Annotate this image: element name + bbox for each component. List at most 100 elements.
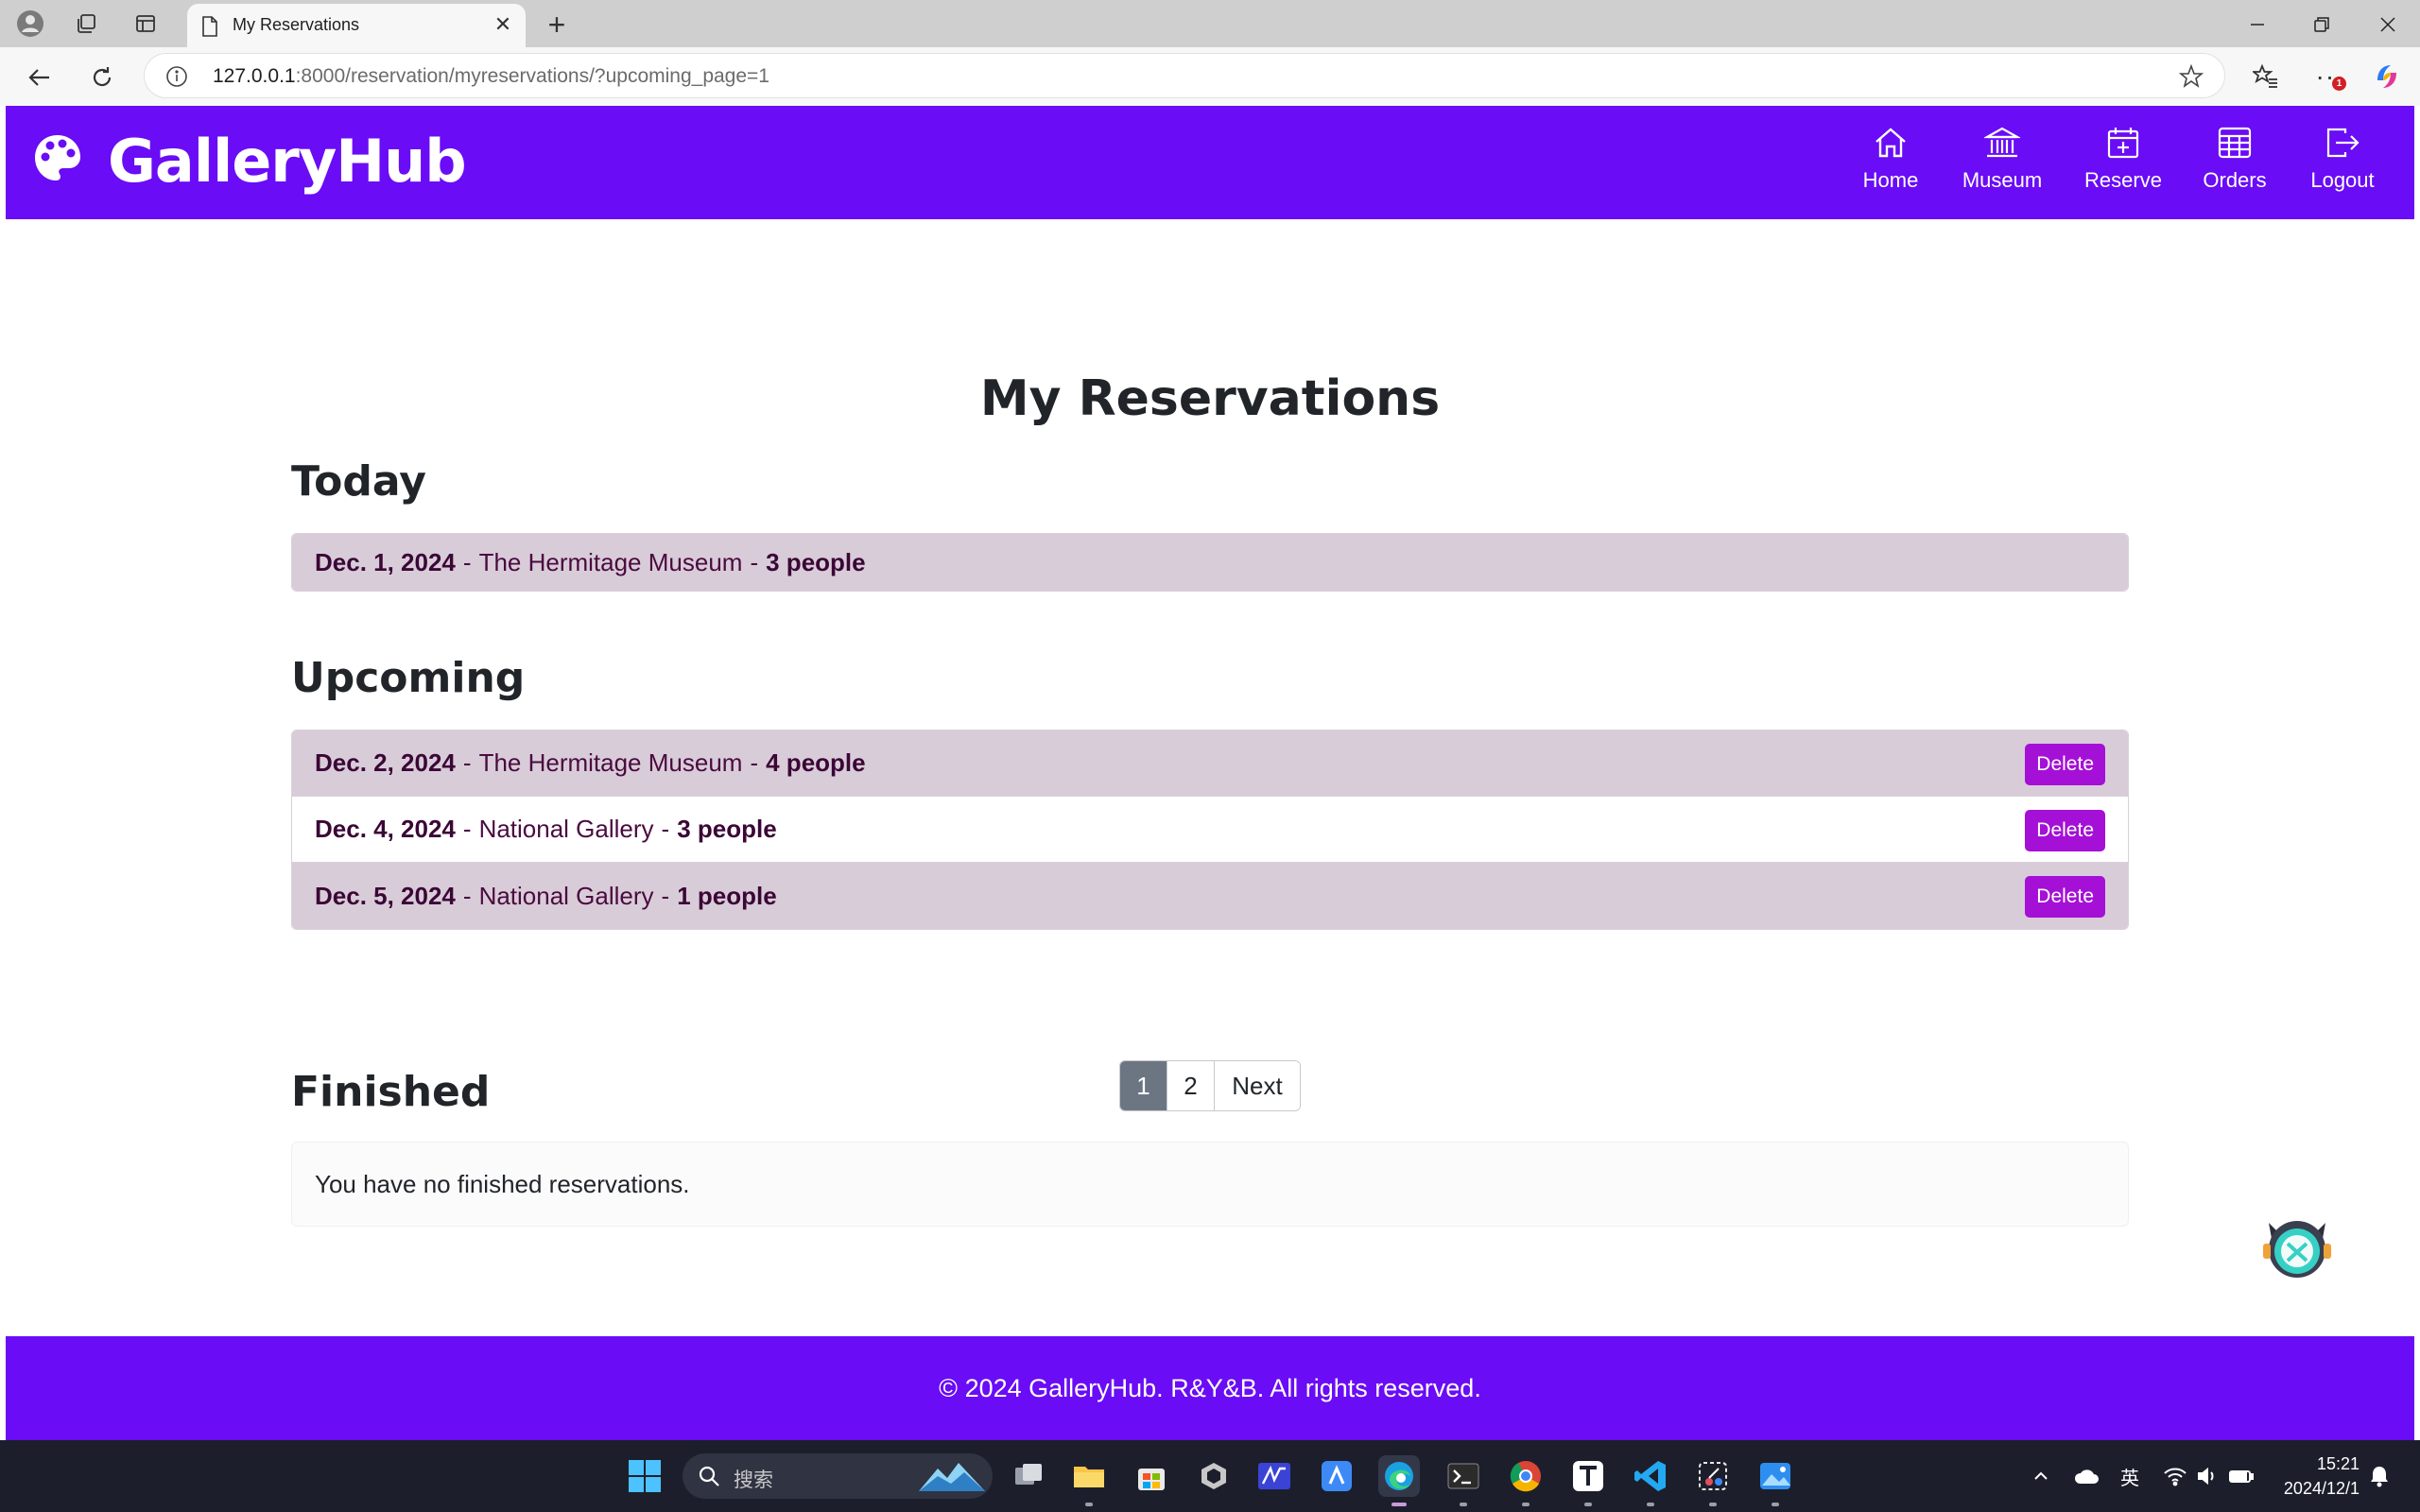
page-1-button[interactable]: 1 [1120, 1061, 1167, 1110]
delete-button[interactable]: Delete [2025, 810, 2105, 851]
favorite-star-icon[interactable] [2179, 64, 2204, 89]
browser-tab-active[interactable]: My Reservations ✕ [187, 4, 526, 47]
typora-icon[interactable] [1567, 1455, 1609, 1506]
tab-close-icon[interactable]: ✕ [492, 12, 514, 36]
running-indicator [1584, 1503, 1592, 1506]
edge-browser-icon[interactable] [1378, 1455, 1420, 1506]
site-footer: © 2024 GalleryHub. R&Y&B. All rights res… [6, 1336, 2414, 1440]
running-indicator [1085, 1503, 1093, 1506]
new-tab-icon[interactable]: + [541, 8, 573, 42]
page-2-button[interactable]: 2 [1167, 1061, 1215, 1110]
notification-bell-icon[interactable] [2365, 1459, 2394, 1493]
os-taskbar: 搜索 英 15:21 2024/12/1 [0, 1440, 2420, 1512]
nav-reserve[interactable]: Reserve [2074, 125, 2172, 208]
vscode-icon[interactable] [1630, 1455, 1671, 1506]
museum-icon [1984, 127, 2020, 158]
logout-icon [2326, 128, 2360, 158]
nav-home-label: Home [1862, 168, 1919, 192]
clock-time: 15:21 [2316, 1454, 2360, 1473]
window-close-icon[interactable] [2360, 6, 2416, 43]
chrome-icon[interactable] [1505, 1455, 1547, 1506]
delete-button[interactable]: Delete [2025, 744, 2105, 785]
url-text[interactable]: 127.0.0.1:8000/reservation/myreservation… [213, 65, 769, 88]
volume-icon[interactable] [2193, 1459, 2221, 1493]
separator: - [661, 815, 670, 843]
onedrive-cloud-icon[interactable] [2072, 1459, 2100, 1493]
notification-badge: 1 [2332, 77, 2346, 91]
browser-tab-bar: My Reservations ✕ + [0, 0, 2420, 47]
today-list: Dec. 1, 2024 - The Hermitage Museum - 3 … [291, 533, 2129, 592]
table-grid-icon [2218, 127, 2252, 159]
math-app-icon[interactable] [1253, 1455, 1295, 1497]
wifi-icon[interactable] [2161, 1459, 2189, 1493]
separator: - [462, 881, 472, 910]
reservation-museum: National Gallery [478, 881, 654, 910]
back-icon[interactable] [23, 60, 57, 94]
nav-museum-label: Museum [1962, 168, 2043, 192]
reservation-people: 3 people [677, 815, 777, 843]
windows-start-icon[interactable] [624, 1455, 666, 1497]
search-placeholder: 搜索 [734, 1469, 773, 1491]
site-info-icon[interactable] [165, 65, 188, 88]
file-explorer-icon[interactable] [1068, 1455, 1110, 1506]
section-upcoming-heading: Upcoming [291, 654, 526, 702]
system-clock[interactable]: 15:21 2024/12/1 [2284, 1452, 2360, 1501]
footer-copyright: © 2024 GalleryHub. R&Y&B. All rights res… [939, 1373, 1481, 1402]
battery-icon[interactable] [2227, 1459, 2256, 1493]
terminal-icon[interactable] [1443, 1455, 1484, 1506]
separator: - [750, 547, 759, 576]
snipping-tool-icon[interactable] [1692, 1455, 1734, 1506]
pagination: 1 2 Next [1119, 1060, 1301, 1111]
delete-button[interactable]: Delete [2025, 876, 2105, 918]
list-item: Dec. 2, 2024 - The Hermitage Museum - 4 … [292, 730, 2128, 797]
nav-orders[interactable]: Orders [2189, 125, 2280, 208]
brand-logo-text[interactable]: GalleryHub [108, 127, 467, 196]
favorites-icon[interactable] [2250, 60, 2282, 93]
section-finished-heading: Finished [291, 1068, 491, 1116]
reload-icon[interactable] [85, 60, 119, 94]
home-icon [1876, 128, 1906, 158]
upcoming-list: Dec. 2, 2024 - The Hermitage Museum - 4 … [291, 730, 2129, 930]
reservation-people: 4 people [766, 748, 866, 777]
list-item: Dec. 5, 2024 - National Gallery - 1 peop… [292, 863, 2128, 929]
task-view-icon[interactable] [1008, 1455, 1049, 1497]
browser-toolbar: 127.0.0.1:8000/reservation/myreservation… [0, 47, 2420, 106]
tray-overflow-chevron-icon[interactable] [2027, 1459, 2055, 1493]
address-bar[interactable]: 127.0.0.1:8000/reservation/myreservation… [144, 53, 2225, 98]
reservation-museum: National Gallery [478, 815, 654, 843]
remote-app-icon[interactable] [1316, 1455, 1357, 1497]
url-host: 127.0.0.1 [213, 65, 296, 87]
running-indicator [1772, 1503, 1779, 1506]
nav-home[interactable]: Home [1843, 125, 1938, 208]
vertical-tabs-icon[interactable] [130, 9, 161, 39]
photos-icon[interactable] [1754, 1455, 1796, 1506]
list-item: Dec. 1, 2024 - The Hermitage Museum - 3 … [292, 534, 2128, 591]
restore-icon[interactable] [2293, 6, 2350, 43]
taskbar-search-box[interactable]: 搜索 [683, 1453, 993, 1499]
workspaces-icon[interactable] [72, 9, 102, 39]
minimize-icon[interactable] [2229, 6, 2286, 43]
copilot-icon[interactable] [2371, 60, 2403, 93]
separator: - [462, 815, 472, 843]
microsoft-store-icon[interactable] [1131, 1455, 1172, 1497]
separator: - [462, 547, 472, 576]
running-indicator [1522, 1503, 1530, 1506]
more-menu-icon[interactable]: ··· 1 [2314, 60, 2346, 93]
page-icon [202, 16, 217, 37]
search-highlight-icon [919, 1463, 985, 1491]
next-page-button[interactable]: Next [1215, 1061, 1300, 1110]
web-page: GalleryHub Home Museum Reserve Orders Lo… [6, 106, 2414, 1440]
list-item: Dec. 4, 2024 - National Gallery - 3 peop… [292, 797, 2128, 863]
ime-language-indicator[interactable]: 英 [2116, 1459, 2144, 1493]
separator: - [462, 748, 472, 777]
assistant-mascot-icon[interactable] [2259, 1206, 2335, 1281]
nav-logout-label: Logout [2310, 168, 2375, 192]
separator: - [661, 881, 670, 910]
unity-app-icon[interactable] [1193, 1455, 1235, 1497]
nav-museum[interactable]: Museum [1945, 125, 2059, 208]
nav-logout[interactable]: Logout [2297, 125, 2388, 208]
profile-icon[interactable] [15, 9, 45, 39]
running-indicator [1709, 1503, 1717, 1506]
palette-icon[interactable] [32, 132, 83, 183]
clock-date: 2024/12/1 [2283, 1479, 2360, 1498]
